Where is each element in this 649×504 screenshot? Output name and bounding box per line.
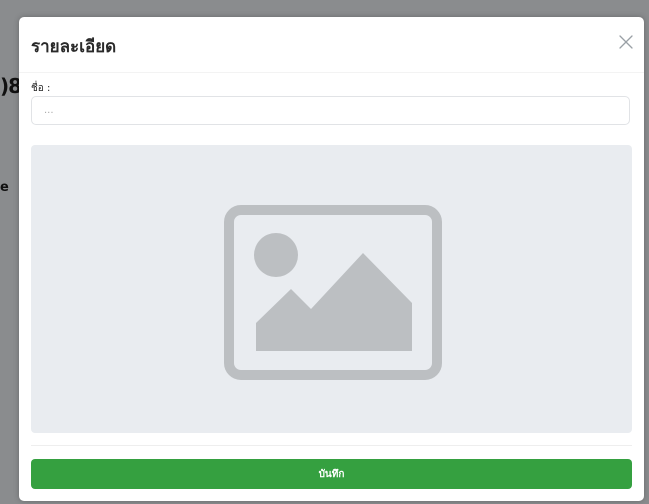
close-icon [619, 35, 633, 49]
header-divider [19, 72, 644, 73]
modal-title: รายละเอียด [31, 37, 117, 57]
close-button[interactable] [619, 34, 633, 49]
image-placeholder-icon [224, 205, 442, 380]
name-input[interactable] [31, 96, 630, 125]
save-button[interactable]: บันทึก [31, 459, 632, 489]
name-label: ชื่อ : [31, 83, 51, 94]
details-modal: รายละเอียด ชื่อ : บันทึก [19, 17, 644, 501]
background-text-fragment: )8 [0, 74, 22, 98]
image-preview-area[interactable] [31, 145, 632, 433]
footer-divider [31, 445, 632, 446]
background-text-fragment: e [0, 180, 9, 195]
